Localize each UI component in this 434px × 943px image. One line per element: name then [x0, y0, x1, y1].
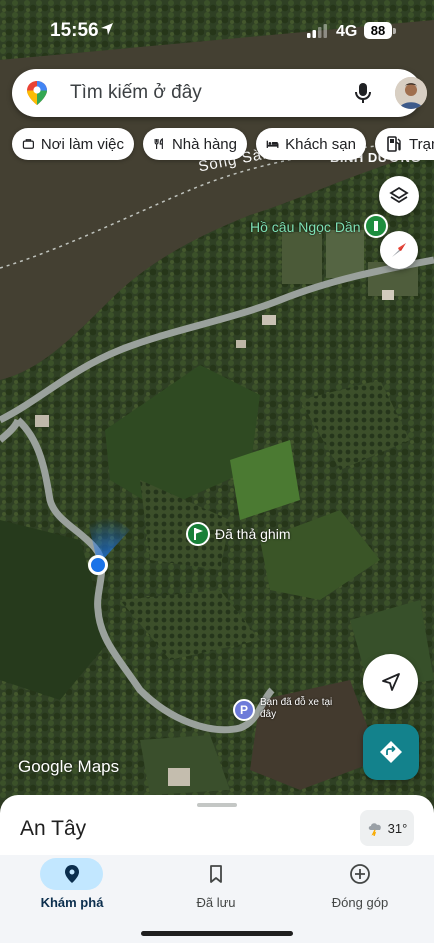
search-input[interactable]: Tìm kiếm ở đây — [70, 82, 202, 104]
fork-knife-icon — [154, 138, 163, 150]
avatar[interactable] — [395, 77, 427, 109]
location-arrow-icon — [101, 23, 113, 35]
directions-icon — [380, 741, 402, 763]
briefcase-icon — [22, 139, 34, 149]
chip-label: Nhà hàng — [171, 135, 237, 153]
google-maps-attribution: Google Maps — [18, 757, 120, 776]
navigation-arrow-icon — [381, 672, 400, 691]
compass-button[interactable] — [380, 231, 418, 269]
tab-explore-label: Khám phá — [40, 895, 104, 910]
microphone-icon[interactable] — [351, 81, 375, 105]
weather-temp: 31° — [387, 820, 408, 836]
bookmark-icon — [210, 865, 222, 883]
tab-saved-label: Đã lưu — [196, 895, 236, 910]
chip-workplace[interactable]: Nơi làm việc — [12, 128, 134, 160]
network-type: 4G — [336, 23, 358, 40]
weather-badge[interactable]: 31° — [360, 810, 414, 846]
poi-label[interactable]: Hồ câu Ngọc Dần — [250, 219, 361, 235]
search-bar[interactable]: Tìm kiếm ở đây — [12, 69, 427, 117]
add-circle-icon — [350, 864, 370, 884]
layers-icon — [389, 186, 409, 204]
compass-icon — [392, 243, 406, 257]
battery-icon: 88 — [364, 22, 392, 39]
parking-icon[interactable]: P — [233, 699, 255, 721]
chip-label: Nơi làm việc — [40, 135, 124, 153]
bed-icon — [266, 140, 279, 148]
signal-icon — [307, 24, 327, 38]
my-location-button[interactable] — [363, 654, 418, 709]
storm-cloud-icon — [368, 823, 381, 836]
home-indicator — [141, 931, 293, 936]
battery-tip — [393, 28, 396, 34]
my-location-dot[interactable] — [88, 555, 108, 575]
location-pin-icon — [65, 865, 79, 883]
parking-label[interactable]: Bạn đã đỗ xe tại đây — [260, 697, 340, 721]
layers-button[interactable] — [379, 176, 419, 216]
tab-contribute-label: Đóng góp — [331, 895, 389, 910]
fishing-pond-icon[interactable] — [364, 214, 388, 238]
status-time: 15:56 — [50, 20, 99, 41]
bottom-sheet[interactable]: An Tây 31° — [0, 795, 434, 855]
google-maps-pin-icon — [27, 81, 47, 105]
chip-gas-stations[interactable]: Trạm — [375, 128, 434, 160]
bottom-nav: Khám phá Đã lưu Đóng góp — [0, 855, 434, 943]
sheet-drag-handle[interactable] — [197, 803, 237, 807]
place-title: An Tây — [20, 817, 87, 840]
gas-station-icon — [387, 136, 401, 152]
chip-hotels[interactable]: Khách sạn — [256, 128, 366, 160]
dropped-pin-label[interactable]: Đã thả ghim — [215, 526, 290, 542]
chip-label: Khách sạn — [285, 135, 356, 153]
chip-restaurants[interactable]: Nhà hàng — [143, 128, 247, 160]
chip-label: Trạm — [409, 135, 434, 153]
status-bar: 15:56 4G 88 — [0, 0, 434, 60]
dropped-pin-icon[interactable] — [186, 522, 210, 546]
directions-button[interactable] — [363, 724, 419, 780]
